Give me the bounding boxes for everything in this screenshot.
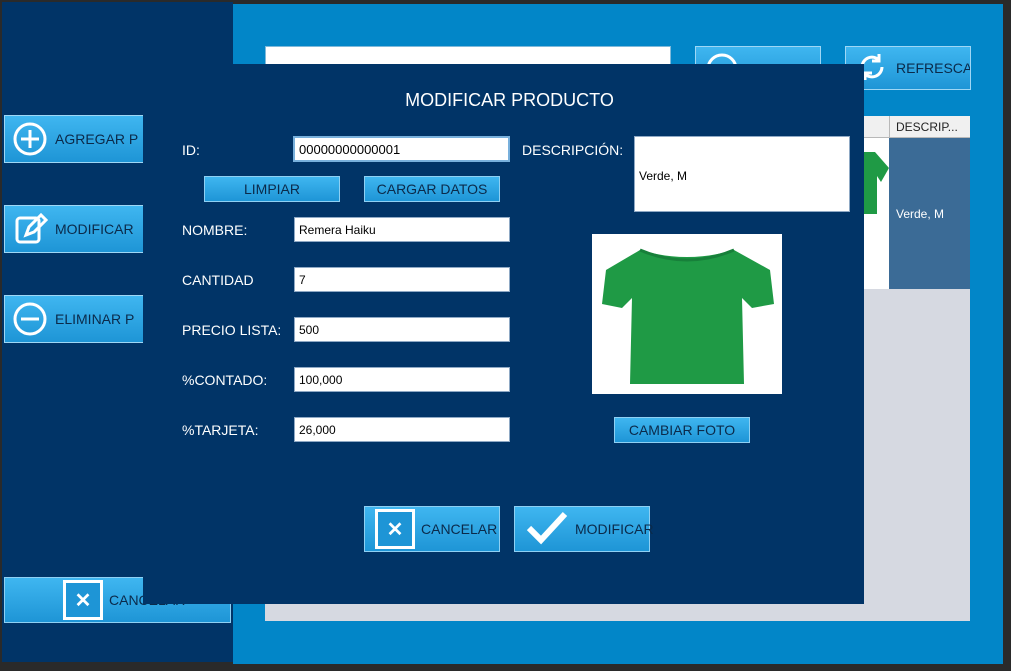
modify-product-button[interactable]: MODIFICAR	[4, 205, 144, 253]
table-cell-description[interactable]: Verde, M	[889, 138, 970, 289]
add-product-button[interactable]: AGREGAR P	[4, 115, 144, 163]
price-label: PRECIO LISTA:	[182, 322, 282, 338]
cash-percent-label: %CONTADO:	[182, 372, 268, 388]
price-field[interactable]: 500	[294, 317, 510, 342]
description-label: DESCRIPCIÓN:	[522, 142, 624, 158]
name-field[interactable]: Remera Haiku	[294, 217, 510, 242]
plus-circle-icon	[11, 120, 49, 158]
clear-button[interactable]: LIMPIAR	[204, 176, 340, 202]
refresh-label: REFRESCAR	[896, 60, 970, 76]
name-label: NOMBRE:	[182, 222, 248, 238]
change-photo-button[interactable]: CAMBIAR FOTO	[614, 417, 750, 443]
product-photo	[592, 234, 782, 394]
delete-product-button[interactable]: ELIMINAR P	[4, 295, 144, 343]
quantity-label: CANTIDAD	[182, 272, 254, 288]
modify-product-label: MODIFICAR	[55, 221, 134, 237]
add-product-label: AGREGAR P	[55, 131, 139, 147]
card-percent-field[interactable]: 26,000	[294, 417, 510, 442]
column-header-description[interactable]: DESCRIP...	[889, 116, 970, 138]
checkmark-icon	[525, 510, 569, 549]
dialog-cancel-button[interactable]: ✕ CANCELAR	[364, 506, 500, 552]
load-data-button[interactable]: CARGAR DATOS	[364, 176, 500, 202]
close-icon: ✕	[63, 580, 103, 620]
minus-circle-icon	[11, 300, 49, 338]
delete-product-label: ELIMINAR P	[55, 311, 135, 327]
dialog-title: MODIFICAR PRODUCTO	[405, 90, 614, 110]
green-shirt-image	[602, 248, 774, 384]
edit-icon	[11, 210, 49, 248]
id-label: ID:	[182, 142, 200, 158]
cash-percent-field[interactable]: 100,000	[294, 367, 510, 392]
description-field[interactable]: Verde, M	[634, 136, 850, 212]
dialog-cancel-label: CANCELAR	[421, 521, 498, 537]
modify-label: MODIFICAR	[575, 521, 654, 537]
id-field[interactable]: 00000000000001	[293, 136, 510, 162]
modify-button[interactable]: MODIFICAR	[514, 506, 654, 552]
close-icon: ✕	[375, 509, 415, 549]
card-percent-label: %TARJETA:	[182, 422, 259, 438]
quantity-field[interactable]: 7	[294, 267, 510, 292]
